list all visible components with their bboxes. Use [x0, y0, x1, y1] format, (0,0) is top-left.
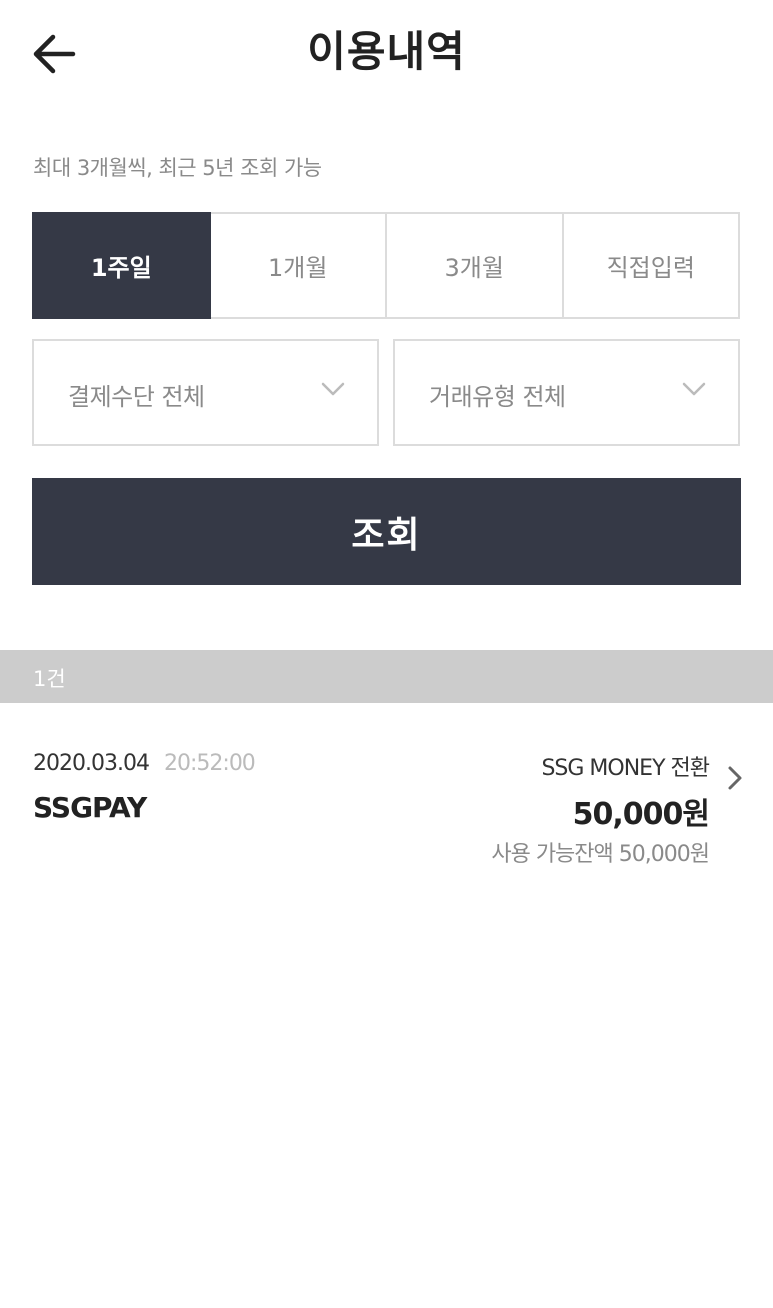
period-tab-1month[interactable]: 1개월	[210, 212, 387, 319]
transaction-type-value: 거래유형 전체	[429, 383, 566, 411]
chevron-down-icon	[321, 382, 345, 396]
result-count: 1건	[33, 667, 66, 691]
header: 이용내역	[0, 0, 773, 104]
transaction-merchant: SSGPAY	[33, 791, 147, 824]
period-tab-custom[interactable]: 직접입력	[563, 212, 740, 319]
transaction-item[interactable]: 2020.03.04 20:52:00 SSGPAY SSG MONEY 전환 …	[0, 703, 773, 883]
payment-method-select[interactable]: 결제수단 전체	[32, 339, 379, 446]
transaction-amount: 50,000원	[572, 797, 710, 832]
period-tab-1week[interactable]: 1주일	[32, 212, 211, 319]
chevron-right-icon	[728, 766, 742, 790]
result-count-bar: 1건	[0, 650, 773, 703]
search-range-notice: 최대 3개월씩, 최근 5년 조회 가능	[33, 156, 322, 180]
page-title: 이용내역	[307, 27, 466, 76]
transaction-type: SSG MONEY 전환	[541, 756, 710, 781]
transaction-date: 2020.03.04	[33, 751, 150, 776]
payment-method-value: 결제수단 전체	[68, 383, 205, 411]
period-tabs: 1주일 1개월 3개월 직접입력	[32, 212, 740, 319]
transaction-type-select[interactable]: 거래유형 전체	[393, 339, 740, 446]
transaction-time: 20:52:00	[164, 751, 256, 776]
search-button[interactable]: 조회	[32, 478, 741, 585]
chevron-down-icon	[682, 382, 706, 396]
period-tab-3months[interactable]: 3개월	[387, 212, 564, 319]
transaction-balance: 사용 가능잔액 50,000원	[491, 842, 710, 867]
